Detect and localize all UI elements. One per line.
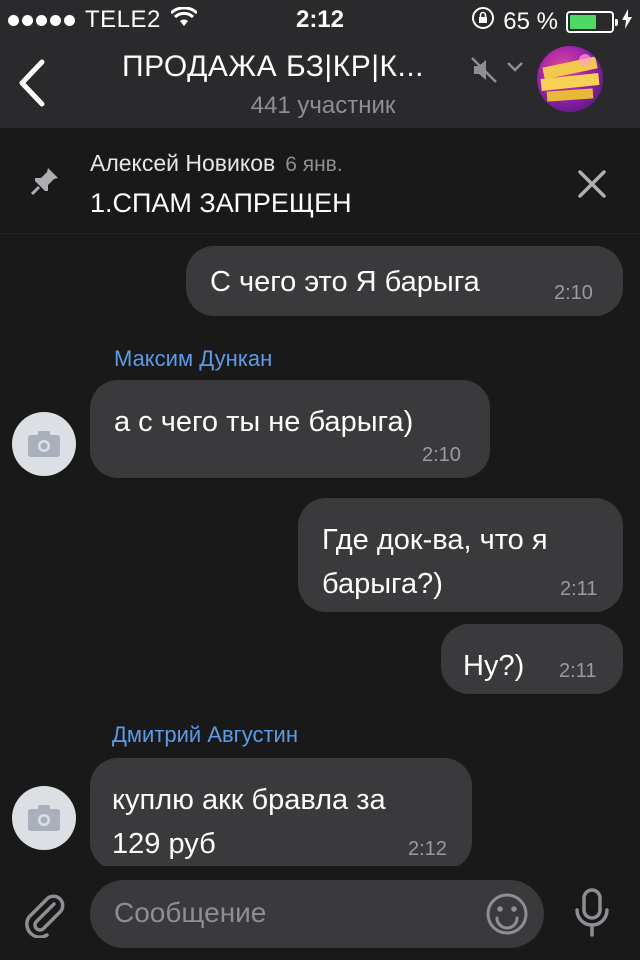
message-time: 2:11 — [560, 578, 598, 600]
battery-percent: 65 % — [503, 7, 558, 35]
message-text: С чего это Я барыга — [210, 266, 480, 298]
message-text-line: барыга?) — [322, 568, 443, 600]
pinned-message[interactable]: Алексей Новиков 6 янв. 1.СПАМ ЗАПРЕЩЕН — [0, 128, 640, 234]
message-bubble-incoming[interactable]: куплю акк бравла за 129 руб 2:12 — [90, 758, 472, 870]
mute-icon — [470, 56, 498, 89]
message-time: 2:10 — [554, 282, 593, 304]
sender-name[interactable]: Дмитрий Августин — [112, 722, 298, 748]
avatar[interactable] — [12, 412, 76, 476]
chevron-down-icon[interactable] — [506, 60, 524, 79]
battery-icon — [566, 10, 618, 33]
close-pinned-button[interactable] — [576, 168, 608, 205]
avatar[interactable] — [12, 786, 76, 850]
message-bubble-outgoing[interactable]: Ну?) 2:11 — [441, 624, 623, 694]
mic-icon — [575, 888, 609, 937]
charging-bolt-icon — [622, 8, 632, 36]
message-text: Ну?) — [463, 650, 525, 682]
message-bubble-incoming[interactable]: а с чего ты не барыга) 2:10 — [90, 380, 490, 478]
pinned-author: Алексей Новиков — [90, 150, 276, 176]
chat-header: ПРОДАЖА БЗ|КР|К... 441 участник — [0, 40, 640, 128]
message-input-placeholder: Сообщение — [114, 897, 267, 928]
message-time: 2:11 — [559, 660, 597, 682]
pinned-date: 6 янв. — [285, 153, 343, 176]
message-text: а с чего ты не барыга) — [114, 406, 414, 438]
voice-record-button[interactable] — [574, 888, 610, 943]
message-text-line: куплю акк бравла за — [112, 784, 386, 816]
status-bar: TELE2 2:12 65 % — [0, 0, 640, 40]
message-composer: Сообщение — [0, 866, 640, 960]
sender-name[interactable]: Максим Дункан — [114, 346, 272, 372]
emoji-icon — [486, 893, 528, 935]
message-bubble-outgoing[interactable]: Где док-ва, что я барыга?) 2:11 — [298, 498, 623, 612]
message-time: 2:10 — [422, 444, 461, 466]
camera-icon — [28, 805, 60, 831]
camera-icon — [28, 431, 60, 457]
message-text-line: 129 руб — [112, 828, 216, 860]
close-icon — [578, 170, 606, 198]
message-text-line: Где док-ва, что я — [322, 524, 548, 556]
group-avatar[interactable] — [537, 46, 603, 112]
pinned-text: 1.СПАМ ЗАПРЕЩЕН — [90, 188, 352, 218]
message-time: 2:12 — [408, 838, 447, 860]
emoji-button[interactable] — [485, 892, 529, 941]
attach-icon — [25, 894, 65, 939]
pin-icon — [30, 166, 60, 201]
message-input[interactable]: Сообщение — [90, 880, 544, 948]
rotation-lock-icon — [471, 6, 495, 37]
message-bubble-outgoing[interactable]: С чего это Я барыга 2:10 — [186, 246, 623, 316]
chat-title[interactable]: ПРОДАЖА БЗ|КР|К... — [122, 50, 424, 84]
attach-button[interactable] — [20, 890, 68, 943]
